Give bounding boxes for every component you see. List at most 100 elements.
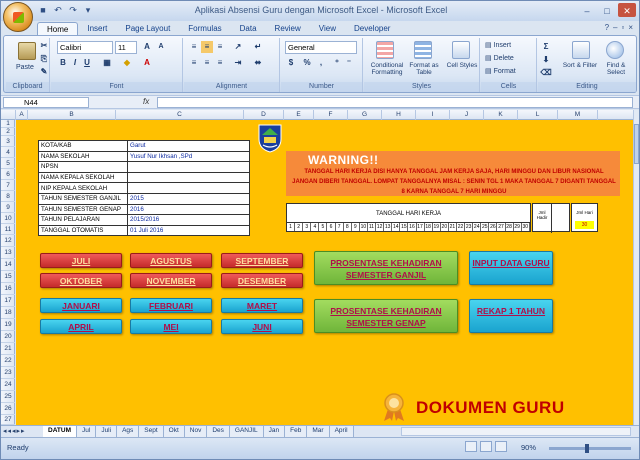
row-header[interactable]: 15 — [1, 271, 15, 283]
jml-hari-value[interactable]: 30 — [575, 221, 594, 229]
cell-styles-icon[interactable] — [452, 41, 470, 59]
work-day-cell[interactable]: 10 — [360, 223, 368, 231]
italic-button[interactable]: I — [69, 57, 81, 69]
fill-icon[interactable]: ⬇ — [540, 54, 552, 66]
normal-view-icon[interactable] — [465, 441, 477, 452]
row-header[interactable]: 4 — [1, 147, 15, 158]
grow-font-icon[interactable]: A — [141, 41, 153, 53]
info-value[interactable]: 2016 — [127, 203, 250, 216]
sheet-tab-datum[interactable]: DATUM — [43, 426, 77, 437]
month-button-april[interactable]: APRIL — [40, 319, 122, 334]
row-header[interactable]: 12 — [1, 235, 15, 247]
sheet-tab[interactable]: Des — [207, 426, 230, 437]
rekap-1-tahun-button[interactable]: REKAP 1 TAHUN — [469, 299, 553, 333]
work-day-cell[interactable]: 3 — [303, 223, 312, 231]
row-header[interactable]: 13 — [1, 247, 15, 259]
horizontal-scrollbar[interactable] — [401, 427, 631, 436]
prosentase-ganjil-button[interactable]: PROSENTASE KEHADIRAN SEMESTER GANJIL — [314, 251, 458, 285]
row-header[interactable]: 10 — [1, 213, 15, 224]
shrink-font-icon[interactable]: A — [155, 41, 167, 53]
wrap-text-icon[interactable]: ↵ — [252, 41, 264, 53]
work-day-cell[interactable]: 27 — [497, 223, 506, 231]
cell-styles-button[interactable]: Cell Styles — [446, 62, 478, 69]
scroll-thumb[interactable] — [634, 124, 639, 164]
work-day-cell[interactable]: 6 — [327, 223, 336, 231]
sheet-nav-arrows-icon[interactable]: ◂◂◂▸▸ — [3, 427, 26, 435]
work-day-cell[interactable]: 25 — [481, 223, 490, 231]
row-header[interactable]: 14 — [1, 259, 15, 271]
format-cells-button[interactable]: ▤ Format — [485, 67, 516, 75]
col-header-e[interactable]: E — [284, 110, 314, 120]
col-header-a[interactable]: A — [16, 110, 28, 120]
col-header-j[interactable]: J — [450, 110, 484, 120]
cut-icon[interactable]: ✂ — [38, 40, 50, 52]
info-value[interactable]: Yusuf Nur Ikhsan ,SPd — [127, 150, 250, 163]
col-header-d[interactable]: D — [244, 110, 284, 120]
row-header[interactable]: 11 — [1, 224, 15, 235]
indent-icon[interactable]: ⇥ — [232, 57, 244, 69]
align-right-icon[interactable]: ≡ — [214, 57, 226, 69]
col-header-c[interactable]: C — [116, 110, 244, 120]
zoom-slider[interactable] — [549, 444, 631, 453]
tab-review[interactable]: Review — [266, 22, 310, 36]
sheet-tab[interactable]: April — [329, 426, 354, 437]
col-header-f[interactable]: F — [314, 110, 348, 120]
work-day-cell[interactable]: 30 — [522, 223, 530, 231]
insert-cells-button[interactable]: ▤ Insert — [485, 41, 511, 49]
tab-developer[interactable]: Developer — [345, 22, 399, 36]
month-button-mei[interactable]: MEI — [130, 319, 212, 334]
col-header-i[interactable]: I — [416, 110, 450, 120]
copy-icon[interactable]: ⎘ — [38, 53, 50, 65]
work-day-cell[interactable]: 26 — [489, 223, 498, 231]
month-button-agustus[interactable]: AGUSTUS — [130, 253, 212, 268]
find-select-icon[interactable] — [606, 41, 624, 59]
row-header[interactable]: 26 — [1, 403, 15, 415]
row-header[interactable]: 5 — [1, 158, 15, 169]
row-header[interactable]: 23 — [1, 367, 15, 379]
work-day-cell[interactable]: 21 — [449, 223, 457, 231]
work-day-cell[interactable]: 19 — [433, 223, 441, 231]
autosum-icon[interactable]: Σ — [540, 41, 552, 53]
work-day-cell[interactable]: 13 — [384, 223, 393, 231]
month-button-juni[interactable]: JUNI — [221, 319, 303, 334]
sheet-tab[interactable]: Mar — [307, 426, 330, 437]
borders-icon[interactable]: ▦ — [101, 57, 113, 69]
work-day-cell[interactable]: 16 — [408, 223, 417, 231]
format-painter-icon[interactable]: ✎ — [38, 66, 50, 78]
align-left-icon[interactable]: ≡ — [188, 57, 200, 69]
tab-data[interactable]: Data — [231, 22, 266, 36]
row-header[interactable]: 7 — [1, 180, 15, 191]
sheet-tab[interactable]: Okt — [163, 426, 185, 437]
row-header[interactable]: 1 — [1, 120, 15, 128]
currency-icon[interactable]: $ — [285, 57, 297, 69]
increase-decimal-icon[interactable]: ⁺ — [331, 57, 343, 69]
month-button-juli[interactable]: JULI — [40, 253, 122, 268]
close-button[interactable]: ✕ — [618, 3, 636, 17]
vertical-scrollbar[interactable] — [633, 110, 639, 425]
sheet-tab[interactable]: Jul — [77, 426, 97, 437]
paste-button[interactable]: Paste — [16, 64, 34, 71]
row-header[interactable]: 22 — [1, 355, 15, 367]
sheet-grid[interactable]: KOTA/KAB Garut NAMA SEKOLAH Yusuf Nur Ikhs… — [16, 120, 633, 425]
align-bottom-icon[interactable]: ≡ — [214, 41, 226, 53]
sort-filter-icon[interactable] — [572, 41, 590, 59]
work-day-cell[interactable]: 28 — [506, 223, 514, 231]
month-button-oktober[interactable]: OKTOBER — [40, 273, 122, 288]
ribbon-minimize-icon[interactable]: – — [613, 23, 617, 32]
ribbon-restore-icon[interactable]: ▫ — [621, 23, 624, 32]
month-button-september[interactable]: SEPTEMBER — [221, 253, 303, 268]
conditional-formatting-icon[interactable] — [376, 41, 394, 59]
work-day-cell[interactable]: 5 — [319, 223, 328, 231]
page-break-view-icon[interactable] — [495, 441, 507, 452]
info-value[interactable] — [127, 171, 250, 184]
work-day-cell[interactable]: 23 — [465, 223, 474, 231]
tab-page-layout[interactable]: Page Layout — [116, 22, 179, 36]
sheet-tab[interactable]: Juli — [96, 426, 118, 437]
work-day-cell[interactable]: 22 — [457, 223, 466, 231]
work-day-cell[interactable]: 11 — [368, 223, 377, 231]
row-header[interactable]: 3 — [1, 136, 15, 147]
paste-icon[interactable] — [18, 42, 36, 60]
tab-home[interactable]: Home — [37, 22, 79, 36]
tab-formulas[interactable]: Formulas — [179, 22, 230, 36]
maximize-button[interactable]: □ — [598, 3, 616, 17]
